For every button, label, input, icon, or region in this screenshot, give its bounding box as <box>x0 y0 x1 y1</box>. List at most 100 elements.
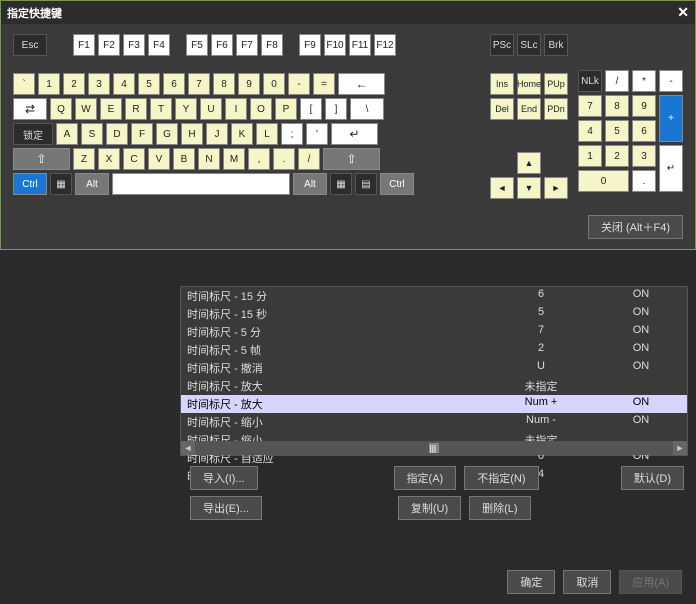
key-r[interactable]: R <box>125 98 147 120</box>
key-num-5[interactable]: 5 <box>605 120 629 142</box>
scroll-left-arrow[interactable]: ◄ <box>181 441 195 455</box>
default-button[interactable]: 默认(D) <box>621 466 684 490</box>
key-minus[interactable]: - <box>288 73 310 95</box>
key-slc[interactable]: SLc <box>517 34 541 56</box>
key-semicolon[interactable]: ; <box>281 123 303 145</box>
table-row[interactable]: 时间标尺 - 15 秒5ON <box>181 305 687 323</box>
key-f9[interactable]: F9 <box>299 34 321 56</box>
key-v[interactable]: V <box>148 148 170 170</box>
horizontal-scrollbar[interactable]: ◄ Ⅲ ► <box>181 441 687 455</box>
key-f3[interactable]: F3 <box>123 34 145 56</box>
key-0[interactable]: 0 <box>263 73 285 95</box>
key-backspace[interactable]: ← <box>338 73 385 95</box>
key-9[interactable]: 9 <box>238 73 260 95</box>
key-f4[interactable]: F4 <box>148 34 170 56</box>
delete-button[interactable]: 删除(L) <box>469 496 530 520</box>
key-f10[interactable]: F10 <box>324 34 346 56</box>
key-num-6[interactable]: 6 <box>632 120 656 142</box>
key-num-dot[interactable]: . <box>632 170 656 192</box>
key-num-9[interactable]: 9 <box>632 95 656 117</box>
key-w[interactable]: W <box>75 98 97 120</box>
key-win-left[interactable]: ▦ <box>50 173 72 195</box>
key-1[interactable]: 1 <box>38 73 60 95</box>
export-button[interactable]: 导出(E)... <box>190 496 262 520</box>
key-i[interactable]: I <box>225 98 247 120</box>
key-5[interactable]: 5 <box>138 73 160 95</box>
key-period[interactable]: . <box>273 148 295 170</box>
key-num-4[interactable]: 4 <box>578 120 602 142</box>
key-p[interactable]: P <box>275 98 297 120</box>
key-f12[interactable]: F12 <box>374 34 396 56</box>
key-num-div[interactable]: / <box>605 70 629 92</box>
cancel-button[interactable]: 取消 <box>563 570 611 594</box>
key-k[interactable]: K <box>231 123 253 145</box>
table-row[interactable]: 时间标尺 - 放大未指定 <box>181 377 687 395</box>
key-backslash[interactable]: \ <box>350 98 384 120</box>
key-pup[interactable]: PUp <box>544 73 568 95</box>
key-slash[interactable]: / <box>298 148 320 170</box>
key-space[interactable] <box>112 173 290 195</box>
key-2[interactable]: 2 <box>63 73 85 95</box>
key-c[interactable]: C <box>123 148 145 170</box>
key-l[interactable]: L <box>256 123 278 145</box>
key-t[interactable]: T <box>150 98 172 120</box>
close-button[interactable]: 关闭 (Alt＋F4) <box>588 215 683 239</box>
key-z[interactable]: Z <box>73 148 95 170</box>
key-f1[interactable]: F1 <box>73 34 95 56</box>
key-y[interactable]: Y <box>175 98 197 120</box>
assign-button[interactable]: 指定(A) <box>394 466 457 490</box>
key-g[interactable]: G <box>156 123 178 145</box>
key-s[interactable]: S <box>81 123 103 145</box>
key-enter[interactable]: ↵ <box>331 123 378 145</box>
key-x[interactable]: X <box>98 148 120 170</box>
key-menu[interactable]: ▤ <box>355 173 377 195</box>
key-f7[interactable]: F7 <box>236 34 258 56</box>
key-8[interactable]: 8 <box>213 73 235 95</box>
key-f11[interactable]: F11 <box>349 34 371 56</box>
unassign-button[interactable]: 不指定(N) <box>464 466 538 490</box>
table-row[interactable]: 时间标尺 - 放大Num +ON <box>181 395 687 413</box>
key-esc[interactable]: Esc <box>13 34 47 56</box>
key-6[interactable]: 6 <box>163 73 185 95</box>
key-tab[interactable]: ⇄ <box>13 98 47 120</box>
scroll-right-arrow[interactable]: ► <box>673 441 687 455</box>
table-row[interactable]: 时间标尺 - 缩小Num -ON <box>181 413 687 431</box>
key-del[interactable]: Del <box>490 98 514 120</box>
shortcut-table[interactable]: 时间标尺 - 15 分6ON时间标尺 - 15 秒5ON时间标尺 - 5 分7O… <box>180 286 688 456</box>
table-row[interactable]: 时间标尺 - 5 分7ON <box>181 323 687 341</box>
key-num-add[interactable]: + <box>659 95 683 142</box>
key-ctrl-right[interactable]: Ctrl <box>380 173 414 195</box>
key-quote[interactable]: ' <box>306 123 328 145</box>
key-7[interactable]: 7 <box>188 73 210 95</box>
key-arrow-right[interactable]: ► <box>544 177 568 199</box>
key-comma[interactable]: , <box>248 148 270 170</box>
key-f2[interactable]: F2 <box>98 34 120 56</box>
key-num-2[interactable]: 2 <box>605 145 629 167</box>
key-lbracket[interactable]: [ <box>300 98 322 120</box>
key-f6[interactable]: F6 <box>211 34 233 56</box>
key-num-enter[interactable]: ↵ <box>659 145 683 192</box>
key-end[interactable]: End <box>517 98 541 120</box>
key-equals[interactable]: = <box>313 73 335 95</box>
key-rbracket[interactable]: ] <box>325 98 347 120</box>
key-shift-right[interactable]: ⇧ <box>323 148 380 170</box>
key-3[interactable]: 3 <box>88 73 110 95</box>
key-j[interactable]: J <box>206 123 228 145</box>
key-d[interactable]: D <box>106 123 128 145</box>
key-q[interactable]: Q <box>50 98 72 120</box>
key-num-sub[interactable]: - <box>659 70 683 92</box>
key-num-mul[interactable]: * <box>632 70 656 92</box>
table-row[interactable]: 时间标尺 - 15 分6ON <box>181 287 687 305</box>
key-num-1[interactable]: 1 <box>578 145 602 167</box>
table-row[interactable]: 时间标尺 - 5 帧2ON <box>181 341 687 359</box>
key-o[interactable]: O <box>250 98 272 120</box>
key-psc[interactable]: PSc <box>490 34 514 56</box>
ok-button[interactable]: 确定 <box>507 570 555 594</box>
key-ctrl-left[interactable]: Ctrl <box>13 173 47 195</box>
key-a[interactable]: A <box>56 123 78 145</box>
import-button[interactable]: 导入(I)... <box>190 466 258 490</box>
key-pdn[interactable]: PDn <box>544 98 568 120</box>
key-f[interactable]: F <box>131 123 153 145</box>
key-e[interactable]: E <box>100 98 122 120</box>
key-brk[interactable]: Brk <box>544 34 568 56</box>
